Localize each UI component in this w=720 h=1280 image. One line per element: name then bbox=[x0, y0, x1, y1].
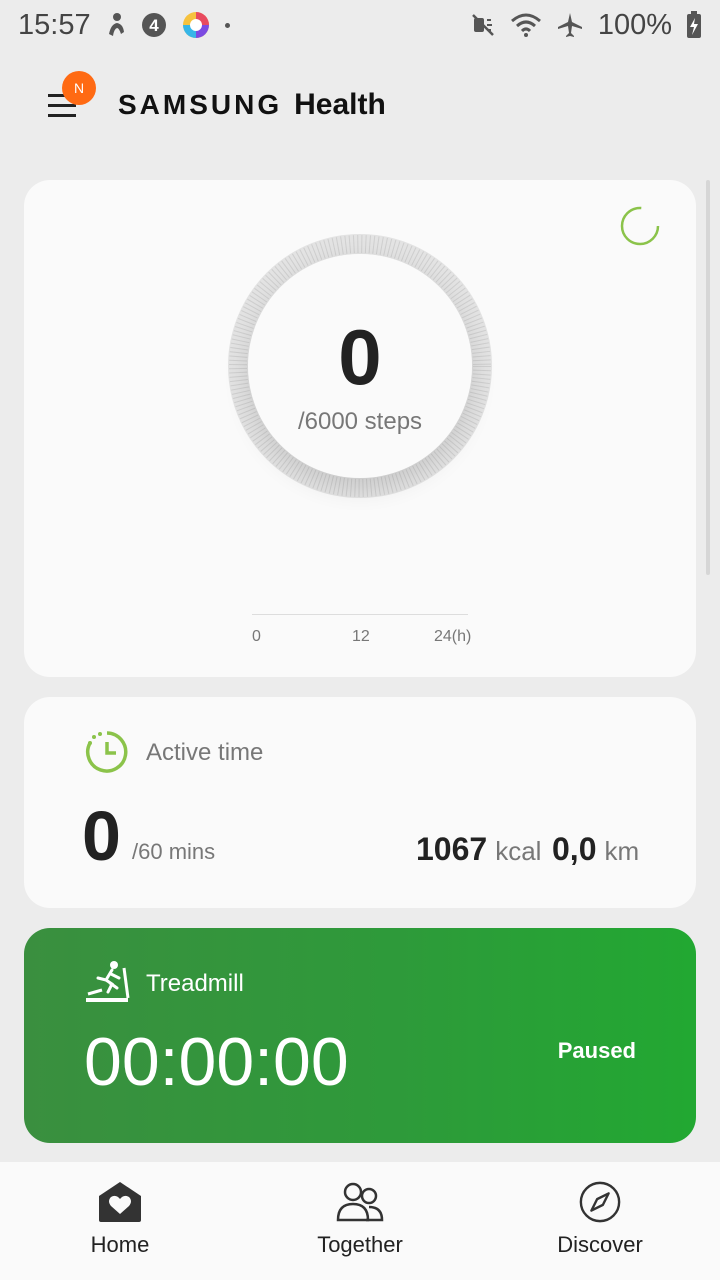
distance-unit: km bbox=[604, 836, 640, 866]
timeline-tick-end: 24(h) bbox=[434, 628, 472, 645]
steps-card[interactable]: 0 /6000 steps 0 12 24(h) bbox=[24, 180, 696, 677]
people-icon bbox=[336, 1182, 384, 1222]
new-badge: N bbox=[62, 71, 96, 105]
status-bar: 15:57 4 100% bbox=[0, 0, 720, 50]
treadmill-icon bbox=[84, 958, 132, 1011]
airplane-icon bbox=[556, 11, 584, 39]
menu-button[interactable]: N bbox=[48, 71, 96, 125]
nav-home-label: Home bbox=[90, 1232, 150, 1257]
distance-metric: 0,0 km bbox=[552, 831, 639, 868]
active-time-label: Active time bbox=[146, 739, 264, 766]
active-time-value: 0 bbox=[82, 797, 121, 875]
steps-count: 0 bbox=[338, 313, 382, 401]
brand-samsung: SAMSUNG bbox=[118, 89, 283, 120]
scroll-indicator[interactable] bbox=[706, 180, 710, 575]
battery-percent: 100% bbox=[597, 8, 672, 41]
notification-figure-icon bbox=[105, 12, 127, 38]
steps-timeline-axis bbox=[252, 614, 468, 615]
mute-icon bbox=[470, 12, 496, 38]
status-time: 15:57 bbox=[18, 8, 91, 41]
nav-discover[interactable]: Discover bbox=[500, 1162, 700, 1280]
sync-loading-icon[interactable] bbox=[618, 204, 662, 253]
status-right: 100% bbox=[470, 9, 702, 42]
timeline-tick-mid: 12 bbox=[352, 628, 370, 645]
battery-charging-icon bbox=[686, 11, 702, 39]
active-time-icon bbox=[84, 729, 130, 780]
steps-goal: /6000 steps bbox=[297, 408, 423, 435]
bottom-navigation: Home Together Discover bbox=[0, 1162, 720, 1280]
svg-text:4: 4 bbox=[149, 16, 159, 35]
treadmill-status: Paused bbox=[557, 1038, 636, 1063]
nav-discover-label: Discover bbox=[557, 1232, 643, 1257]
compass-icon bbox=[579, 1181, 621, 1223]
active-time-card[interactable]: Active time 0 /60 mins 1067 kcal 0,0 km bbox=[24, 697, 696, 908]
treadmill-label: Treadmill bbox=[146, 970, 244, 997]
badge-4-icon: 4 bbox=[141, 12, 167, 38]
nav-together[interactable]: Together bbox=[260, 1162, 460, 1280]
calories-unit: kcal bbox=[495, 836, 542, 866]
wifi-icon bbox=[510, 12, 542, 38]
status-left: 15:57 4 bbox=[18, 9, 230, 42]
calories-value: 1067 bbox=[416, 831, 488, 867]
app-logo: SAMSUNG Health bbox=[118, 88, 386, 122]
more-notifications-dot bbox=[224, 22, 230, 28]
nav-home[interactable]: Home bbox=[20, 1162, 220, 1280]
treadmill-card[interactable]: Treadmill 00:00:00 Paused bbox=[24, 928, 696, 1143]
nav-together-label: Together bbox=[317, 1232, 403, 1257]
brand-health: Health bbox=[294, 88, 386, 121]
treadmill-timer: 00:00:00 bbox=[84, 1024, 349, 1100]
active-time-goal: /60 mins bbox=[132, 839, 216, 864]
app-header: N SAMSUNG Health bbox=[0, 60, 720, 150]
app-colorful-icon bbox=[181, 10, 211, 40]
timeline-tick-start: 0 bbox=[252, 628, 261, 645]
home-heart-icon bbox=[99, 1182, 141, 1222]
distance-value: 0,0 bbox=[552, 831, 597, 867]
screen: 15:57 4 100% N SAMSUNG Health 0 /6000 st… bbox=[0, 0, 720, 1280]
calories-metric: 1067 kcal bbox=[416, 831, 541, 868]
